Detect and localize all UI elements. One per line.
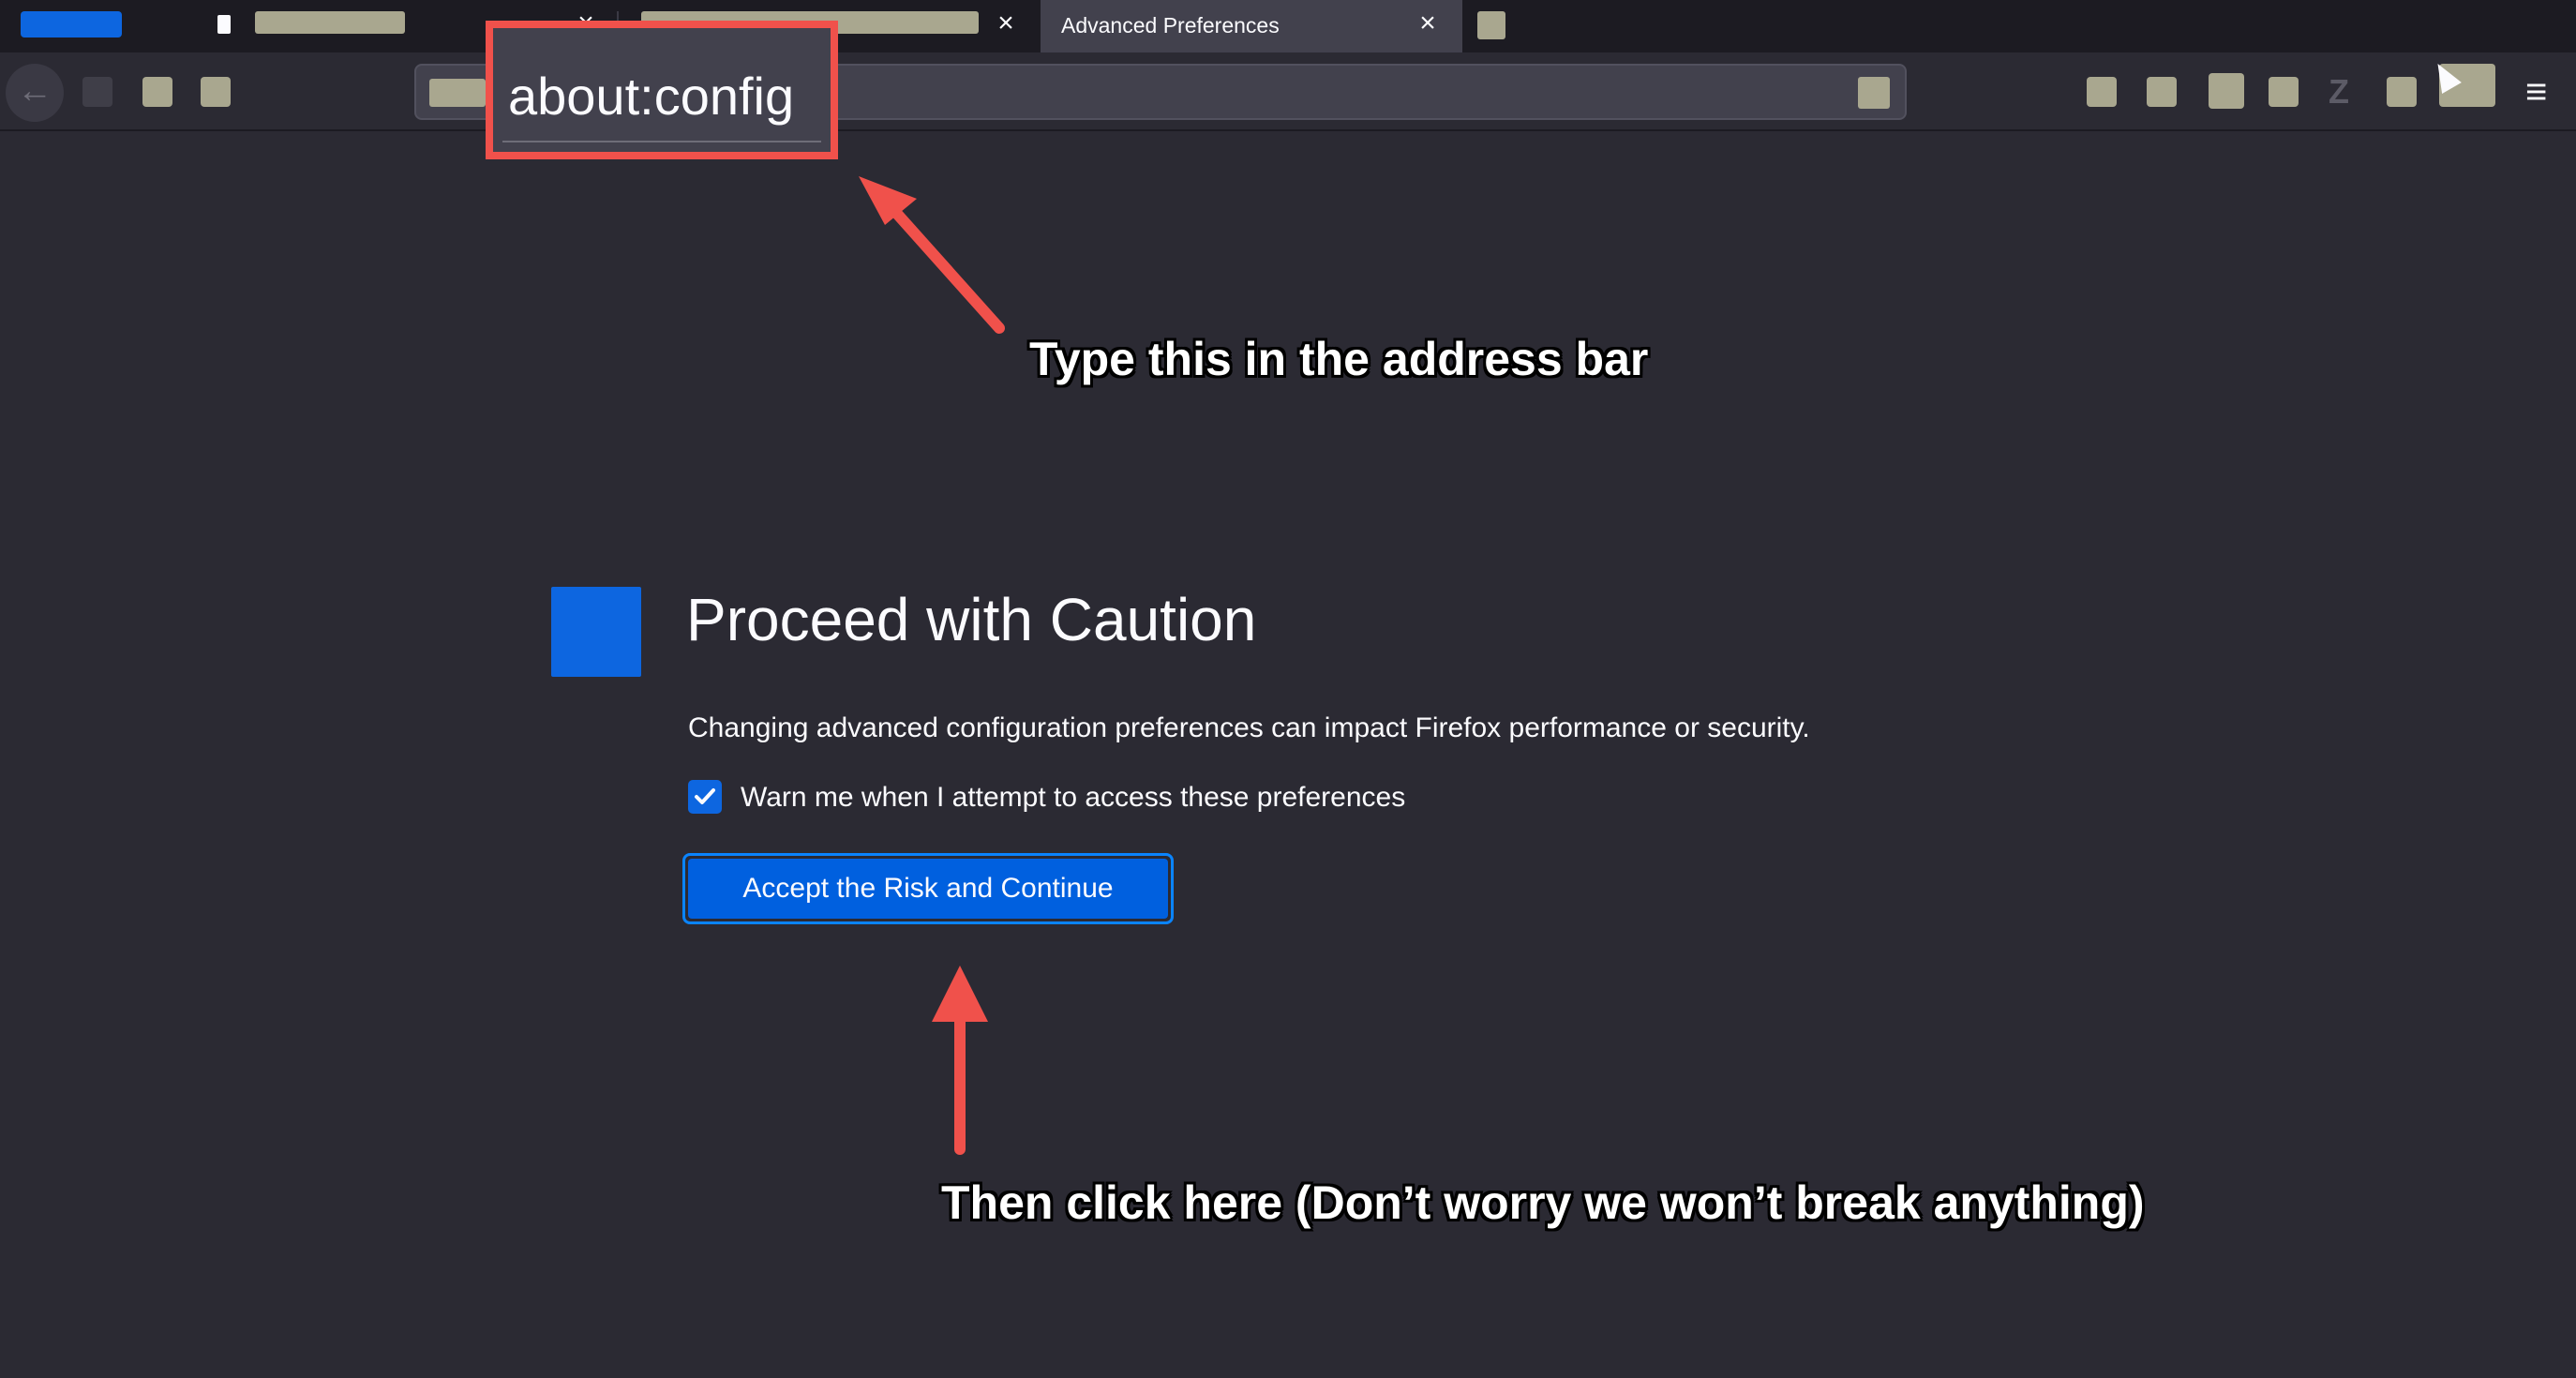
checkmark-icon bbox=[695, 788, 715, 804]
page-title: Proceed with Caution bbox=[686, 586, 1257, 653]
arrow-to-accept-button bbox=[932, 966, 988, 1155]
warning-description: Changing advanced configuration preferen… bbox=[688, 712, 1810, 743]
annotation-arrows bbox=[859, 176, 1005, 1155]
annotation-address-hint: Type this in the address bar bbox=[1029, 333, 1649, 385]
arrow-to-address-bar bbox=[859, 176, 1005, 334]
warn-checkbox[interactable] bbox=[688, 780, 722, 814]
warn-checkbox-label[interactable]: Warn me when I attempt to access these p… bbox=[741, 782, 1405, 814]
warning-icon bbox=[551, 587, 641, 677]
accept-risk-button[interactable]: Accept the Risk and Continue bbox=[682, 853, 1174, 924]
annotation-button-hint: Then click here (Don’t worry we won’t br… bbox=[941, 1176, 2145, 1229]
accept-risk-button-label: Accept the Risk and Continue bbox=[688, 859, 1168, 919]
